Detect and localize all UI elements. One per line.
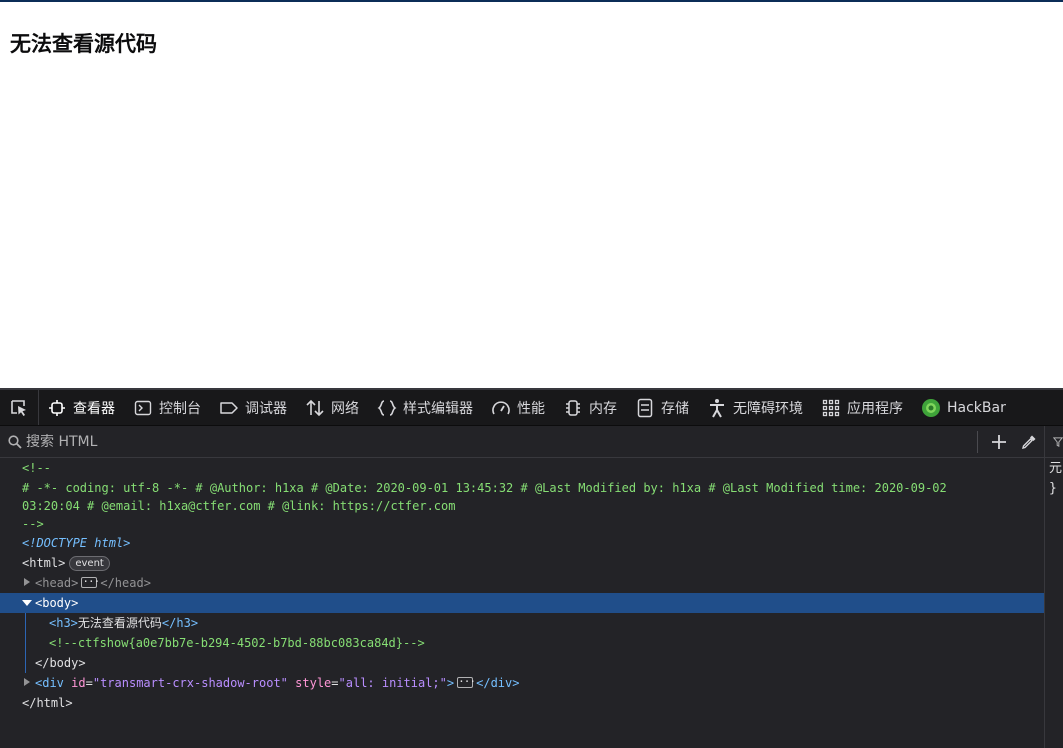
h3-close-tag: </h3> (161, 616, 199, 630)
performance-icon (491, 398, 511, 418)
h3-open-tag: <h3> (49, 616, 78, 630)
markup-comment-close[interactable]: --> (0, 515, 1044, 533)
body-children: <h3>无法查看源代码</h3> <!--ctfshow{a0e7bb7e-b2… (0, 613, 1044, 673)
body-close-tag: </body> (35, 656, 86, 670)
head-close-tag: </head> (100, 576, 151, 590)
head-open-tag: <head> (35, 576, 79, 590)
tab-memory[interactable]: 内存 (555, 390, 627, 425)
element-picker-button[interactable] (0, 390, 39, 425)
tab-label: 内存 (589, 400, 617, 417)
div-attr-style-name: style (295, 676, 332, 690)
console-icon (133, 398, 153, 418)
tab-label: HackBar (947, 399, 1006, 416)
tab-network[interactable]: 网络 (297, 390, 369, 425)
tab-label: 性能 (517, 400, 545, 417)
tab-label: 样式编辑器 (403, 400, 473, 417)
markup-comment-body[interactable]: # -*- coding: utf-8 -*- # @Author: h1xa … (0, 477, 1044, 515)
doctype-text: <!DOCTYPE html> (22, 536, 131, 550)
tab-hackbar[interactable]: HackBar (913, 390, 1016, 425)
expand-arrow-icon[interactable] (24, 678, 30, 686)
div-tag-name: div (42, 676, 64, 690)
rules-side-panel: 元 } (1044, 426, 1063, 748)
rules-text-line: 元 (1049, 461, 1063, 476)
inspector-icon (47, 398, 67, 418)
tab-label: 应用程序 (847, 400, 903, 417)
style-editor-icon (377, 398, 397, 418)
tab-storage[interactable]: 存储 (627, 390, 699, 425)
markup-view: <!-- # -*- coding: utf-8 -*- # @Author: … (0, 458, 1044, 748)
memory-icon (563, 398, 583, 418)
tab-label: 调试器 (245, 400, 287, 417)
div-close-tag: </div> (476, 676, 520, 690)
expand-arrow-icon[interactable] (24, 578, 30, 586)
h3-text: 无法查看源代码 (77, 616, 162, 630)
tab-inspector[interactable]: 查看器 (39, 390, 125, 425)
tab-application[interactable]: 应用程序 (813, 390, 913, 425)
div-attr-style-value: "all: initial;" (338, 676, 447, 690)
attr-equals: = (331, 676, 339, 690)
tab-debugger[interactable]: 调试器 (211, 390, 297, 425)
tab-label: 控制台 (159, 400, 201, 417)
markup-node-html-close[interactable]: </html> (0, 693, 1044, 713)
markup-node-head[interactable]: <head> </head> (0, 572, 1044, 593)
tab-accessibility[interactable]: 无障碍环境 (699, 390, 813, 425)
markup-node-body-selected[interactable]: <body> (0, 593, 1044, 613)
attr-equals: = (85, 676, 93, 690)
devtools-panel: 查看器 控制台 调试器 网络 样式编辑器 性能 内存 存储 无障碍环境 应用程序… (0, 388, 1063, 748)
markup-node-html[interactable]: <html> event (0, 553, 1044, 573)
html-open-tag: <html> (22, 556, 66, 570)
comment-open: <!-- (22, 461, 51, 475)
accessibility-icon (707, 398, 727, 418)
tab-label: 网络 (331, 400, 359, 417)
search-icon (8, 434, 22, 449)
tab-label: 存储 (661, 400, 689, 417)
collapse-arrow-icon[interactable] (22, 600, 32, 606)
tab-style-editor[interactable]: 样式编辑器 (369, 390, 483, 425)
page-heading: 无法查看源代码 (10, 32, 157, 56)
filter-styles-strip[interactable] (1045, 426, 1063, 458)
event-badge[interactable]: event (69, 556, 110, 571)
markup-node-div[interactable]: <div id="transmart-crx-shadow-root" styl… (0, 672, 1044, 693)
network-icon (305, 398, 325, 418)
comment-text: # -*- coding: utf-8 -*- # @Author: h1xa … (22, 481, 947, 513)
search-html-input[interactable] (26, 433, 971, 450)
plus-icon (992, 434, 1006, 449)
eyedropper-icon (1022, 435, 1036, 449)
markup-node-comment[interactable]: <!-- (0, 459, 1044, 477)
collapsed-ellipsis-icon[interactable] (81, 572, 98, 592)
devtools-toolbar: 查看器 控制台 调试器 网络 样式编辑器 性能 内存 存储 无障碍环境 应用程序… (0, 388, 1063, 426)
html-close-tag: </html> (22, 696, 73, 710)
debugger-icon (219, 398, 239, 418)
div-attr-id-name: id (71, 676, 86, 690)
eyedropper-button[interactable] (1014, 427, 1044, 457)
page-viewport: 无法查看源代码 (0, 2, 1063, 388)
filter-icon (1053, 436, 1063, 447)
markup-search-bar (0, 426, 1044, 458)
markup-node-flag-comment[interactable]: <!--ctfshow{a0e7bb7e-b294-4502-b7bd-88bc… (0, 633, 1044, 653)
markup-node-h3[interactable]: <h3>无法查看源代码</h3> (0, 613, 1044, 633)
div-open-gt: > (446, 676, 455, 690)
rules-text-line: } (1049, 481, 1057, 496)
collapsed-ellipsis-icon[interactable] (457, 672, 474, 692)
markup-node-body-close[interactable]: </body> (0, 653, 1044, 673)
add-node-button[interactable] (984, 427, 1014, 457)
tab-console[interactable]: 控制台 (125, 390, 211, 425)
div-attr-id-value: "transmart-crx-shadow-root" (92, 676, 288, 690)
application-icon (821, 398, 841, 418)
tab-label: 无障碍环境 (733, 400, 803, 417)
comment-close: --> (22, 517, 44, 531)
body-open-tag: <body> (35, 596, 79, 610)
tab-label: 查看器 (73, 400, 115, 417)
markup-node-doctype[interactable]: <!DOCTYPE html> (0, 533, 1044, 553)
storage-icon (635, 398, 655, 418)
element-picker-icon (11, 399, 26, 416)
tab-performance[interactable]: 性能 (483, 390, 555, 425)
flag-comment-text: <!--ctfshow{a0e7bb7e-b294-4502-b7bd-88bc… (49, 636, 425, 650)
hackbar-icon (921, 398, 941, 418)
toolbar-divider (977, 430, 978, 453)
